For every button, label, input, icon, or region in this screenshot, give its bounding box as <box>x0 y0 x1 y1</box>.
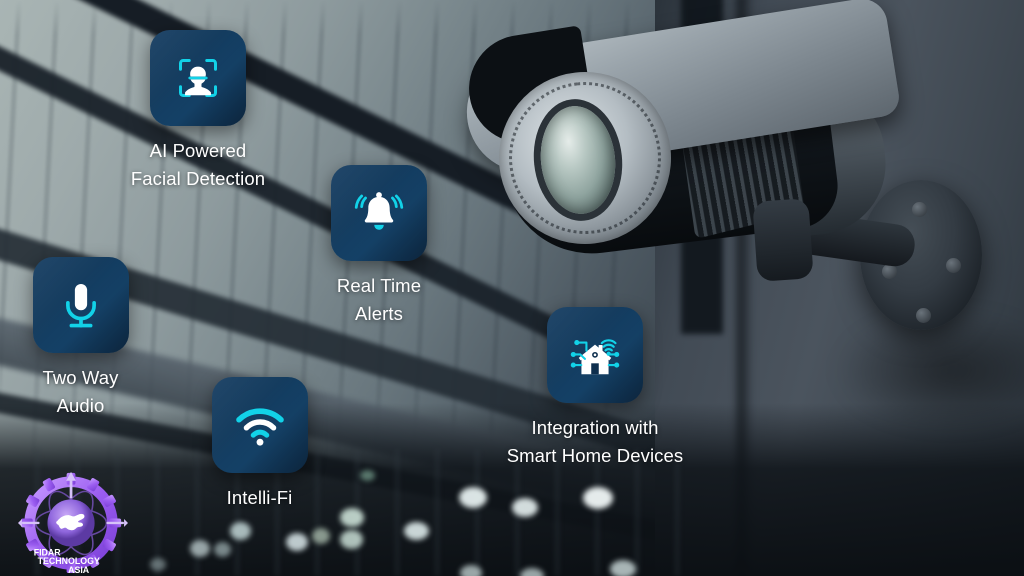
bokeh-light <box>340 530 363 549</box>
bokeh-light <box>230 522 251 540</box>
feature-smart-home-integration[interactable]: Integration with Smart Home Devices <box>495 307 695 470</box>
bokeh-light <box>190 540 210 557</box>
bokeh-light <box>610 560 636 576</box>
bokeh-light <box>286 533 308 551</box>
feature-tile[interactable] <box>32 257 129 353</box>
bell-ringing-icon <box>354 192 404 230</box>
feature-label: AI Powered Facial Detection <box>130 140 266 190</box>
wifi-icon <box>235 408 284 446</box>
bokeh-light <box>460 565 482 576</box>
bokeh-light <box>150 558 166 571</box>
feature-label: Real Time Alerts <box>336 275 422 325</box>
smart-home-icon <box>570 339 620 375</box>
bokeh-light <box>404 522 429 540</box>
feature-tile[interactable] <box>547 307 643 403</box>
bokeh-light <box>459 487 487 508</box>
feature-ai-facial-detection[interactable]: AI Powered Facial Detection <box>98 30 298 193</box>
face-scan-icon <box>179 59 217 97</box>
feature-tile[interactable] <box>150 30 246 126</box>
fidar-technology-asia-logo[interactable]: FIDAR TECHNOLOGY ASIA <box>14 466 132 576</box>
logo-line-3: ASIA <box>68 565 90 575</box>
feature-label: Two Way Audio <box>42 367 119 417</box>
bokeh-light <box>583 487 613 509</box>
mount-screw <box>916 308 931 323</box>
bokeh-light <box>360 470 375 481</box>
mount-screw <box>912 202 927 217</box>
bokeh-light <box>512 498 538 517</box>
cctv-camera <box>455 0 1024 430</box>
feature-intelli-fi[interactable]: Intelli-Fi <box>163 377 356 512</box>
feature-tile[interactable] <box>211 377 308 473</box>
microphone-icon <box>65 284 96 328</box>
feature-tile[interactable] <box>331 165 427 261</box>
promotional-graphic: AI Powered Facial Detection Real Time Al… <box>0 0 1024 576</box>
camera-arm-joint <box>752 198 814 282</box>
feature-label: Intelli-Fi <box>226 487 293 508</box>
bokeh-light <box>214 542 231 557</box>
feature-real-time-alerts[interactable]: Real Time Alerts <box>281 165 477 328</box>
feature-label: Integration with Smart Home Devices <box>506 417 684 467</box>
mount-screw <box>946 258 961 273</box>
feature-two-way-audio[interactable]: Two Way Audio <box>0 257 161 420</box>
bokeh-light <box>312 528 330 544</box>
